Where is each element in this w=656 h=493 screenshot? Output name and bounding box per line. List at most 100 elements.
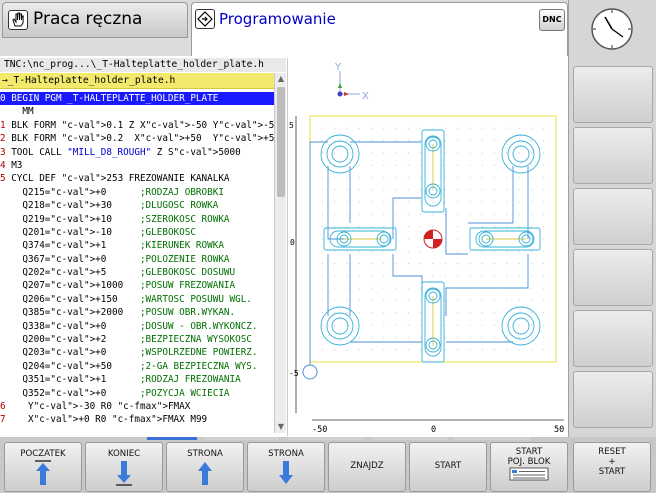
- reset-start-label-line3: START: [598, 467, 626, 477]
- vertical-softkey-3[interactable]: [573, 188, 653, 245]
- tab-manual-mode[interactable]: Praca ręczna: [2, 2, 188, 38]
- grid-dot: [346, 189, 348, 191]
- grid-dot: [370, 189, 373, 191]
- grid-dot: [383, 349, 385, 351]
- program-line[interactable]: Q200="c-val">+2 ;BEZPIECZNA WYSOKOSC: [0, 333, 274, 346]
- program-line[interactable]: Q219="c-val">+10 ;SZEROKOSC ROWKA: [0, 213, 274, 226]
- program-line[interactable]: Q374="c-val">+1 ;KIERUNEK ROWKA: [0, 239, 274, 252]
- scroll-up-icon[interactable]: ▲: [276, 74, 286, 84]
- end-button-label: KONIEC: [107, 449, 141, 459]
- grid-dot: [444, 176, 446, 179]
- program-line[interactable]: Q215="c-val">+0 ;RODZAJ OBROBKI: [0, 186, 274, 199]
- program-line[interactable]: Q385="c-val">+2000 ;POSUW OBR.WYKAN.: [0, 306, 274, 319]
- grid-dot: [481, 275, 483, 277]
- reset-start-button[interactable]: RESET + START: [573, 442, 651, 492]
- vertical-softkey-2[interactable]: [573, 127, 653, 184]
- grid-dot: [469, 275, 471, 277]
- program-code-list[interactable]: 0 BEGIN PGM _T-HALTEPLATTE_HOLDER_PLATE …: [0, 92, 274, 432]
- program-line[interactable]: 3 TOOL CALL "MILL_D8_ROUGH" Z S"c-val">5…: [0, 146, 274, 159]
- program-line[interactable]: Q204="c-val">+50 ;2-GA BEZPIECZNA WYS.: [0, 360, 274, 373]
- program-line[interactable]: 0 BEGIN PGM _T-HALTEPLATTE_HOLDER_PLATE: [0, 92, 274, 106]
- grid-dot: [481, 312, 483, 314]
- page-up-button[interactable]: STRONA: [166, 442, 244, 492]
- vertical-softkey-4[interactable]: [573, 249, 653, 306]
- softkey-page-indicator: [289, 437, 365, 440]
- grid-dot: [358, 226, 360, 228]
- grid-dot: [370, 263, 373, 265]
- program-line[interactable]: Q207="c-val">+1000 ;POSUW FREZOWANIA: [0, 279, 274, 292]
- dnc-button[interactable]: DNC: [539, 9, 565, 31]
- program-line[interactable]: Q202="c-val">+5 ;GLEBOKOSC DOSUWU: [0, 266, 274, 279]
- grid-dot: [383, 189, 385, 191]
- find-button[interactable]: ZNAJDZ: [328, 442, 406, 492]
- grid-dot: [518, 164, 520, 166]
- grid-dot: [346, 250, 348, 252]
- program-line[interactable]: 6 Y"c-val">-30 R0 "c-fmax">FMAX: [0, 400, 274, 413]
- grid-dot: [469, 299, 471, 302]
- grid-dot: [407, 127, 409, 129]
- grid-dot: [481, 349, 483, 351]
- grid-dot: [493, 324, 496, 326]
- page-down-button[interactable]: STRONA: [247, 442, 325, 492]
- program-line[interactable]: Q201="c-val">-10 ;GLEBOKOSC: [0, 226, 274, 239]
- program-line[interactable]: Q352="c-val">+0 ;POZYCJA WCIECIA: [0, 387, 274, 400]
- grid-dot: [530, 176, 532, 179]
- grid-dot: [432, 213, 434, 215]
- begin-button[interactable]: POCZATEK: [4, 442, 82, 492]
- program-line[interactable]: Q338="c-val">+0 ;DOSUW - OBR.WYKONCZ.: [0, 320, 274, 333]
- vertical-softkey-5[interactable]: [573, 310, 653, 367]
- grid-dot: [420, 127, 422, 129]
- grid-dot: [506, 275, 508, 277]
- program-line[interactable]: 2 BLK FORM "c-val">0.2 X"c-val">+50 Y"c-…: [0, 132, 274, 145]
- grid-dot: [530, 213, 532, 215]
- grid-dot: [321, 275, 323, 277]
- grid-dot: [358, 287, 360, 289]
- program-line[interactable]: Q218="c-val">+30 ;DLUGOSC ROWKA: [0, 199, 274, 212]
- program-line[interactable]: Q351="c-val">+1 ;RODZAJ FREZOWANIA: [0, 373, 274, 386]
- end-button[interactable]: KONIEC: [85, 442, 163, 492]
- program-line[interactable]: 4 M3: [0, 159, 274, 172]
- grid-dot: [321, 189, 323, 191]
- program-line[interactable]: Q206="c-val">+150 ;WARTOSC POSUWU WGL.: [0, 293, 274, 306]
- grid-dot: [457, 349, 459, 351]
- grid-dot: [457, 312, 459, 314]
- scroll-down-icon[interactable]: ▼: [276, 422, 286, 432]
- vertical-softkey-6[interactable]: [573, 371, 653, 428]
- tab-manual-mode-label: Praca ręczna: [33, 9, 143, 29]
- tab-programming[interactable]: Programowanie DNC: [191, 2, 568, 56]
- grid-dot: [407, 140, 409, 142]
- grid-dot: [321, 140, 323, 142]
- program-line[interactable]: Q203="c-val">+0 ;WSPOLRZEDNE POWIERZ.: [0, 346, 274, 359]
- grid-dot: [518, 275, 520, 277]
- program-scrollbar[interactable]: ▲ ▼: [274, 73, 286, 433]
- grid-dot: [506, 127, 508, 129]
- grid-dot: [444, 201, 446, 203]
- grid-dot: [543, 176, 545, 179]
- grid-dot: [321, 312, 323, 314]
- grid-dot: [444, 127, 446, 129]
- axis-y-label: Y: [334, 62, 342, 73]
- program-line[interactable]: 7 X"c-val">+0 R0 "c-fmax">FMAX M99: [0, 413, 274, 426]
- ruler-left-bottom: -5: [289, 369, 299, 378]
- grid-dot: [457, 164, 459, 166]
- grid-dot: [493, 336, 496, 338]
- grid-dot: [346, 176, 348, 179]
- program-line[interactable]: MM: [0, 105, 274, 118]
- grid-dot: [383, 152, 385, 154]
- grid-dot: [518, 336, 520, 338]
- program-line[interactable]: Q367="c-val">+0 ;POLOZENIE ROWKA: [0, 253, 274, 266]
- start-single-block-button[interactable]: START POJ. BLOK: [490, 442, 568, 492]
- grid-dot: [321, 127, 323, 129]
- grid-dot: [407, 336, 409, 338]
- grid-dot: [395, 336, 397, 338]
- vertical-softkey-1[interactable]: [573, 66, 653, 123]
- program-line[interactable]: 5 CYCL DEF "c-val">253 FREZOWANIE KANALK…: [0, 172, 274, 185]
- grid-dot: [506, 152, 508, 154]
- grid-dot: [358, 336, 360, 338]
- program-line[interactable]: 1 BLK FORM "c-val">0.1 Z X"c-val">-50 Y"…: [0, 119, 274, 132]
- reset-start-label-line2: +: [608, 457, 616, 467]
- start-button[interactable]: START: [409, 442, 487, 492]
- grid-dot: [420, 312, 422, 314]
- scroll-thumb[interactable]: [277, 87, 285, 197]
- grid-dot: [420, 238, 422, 240]
